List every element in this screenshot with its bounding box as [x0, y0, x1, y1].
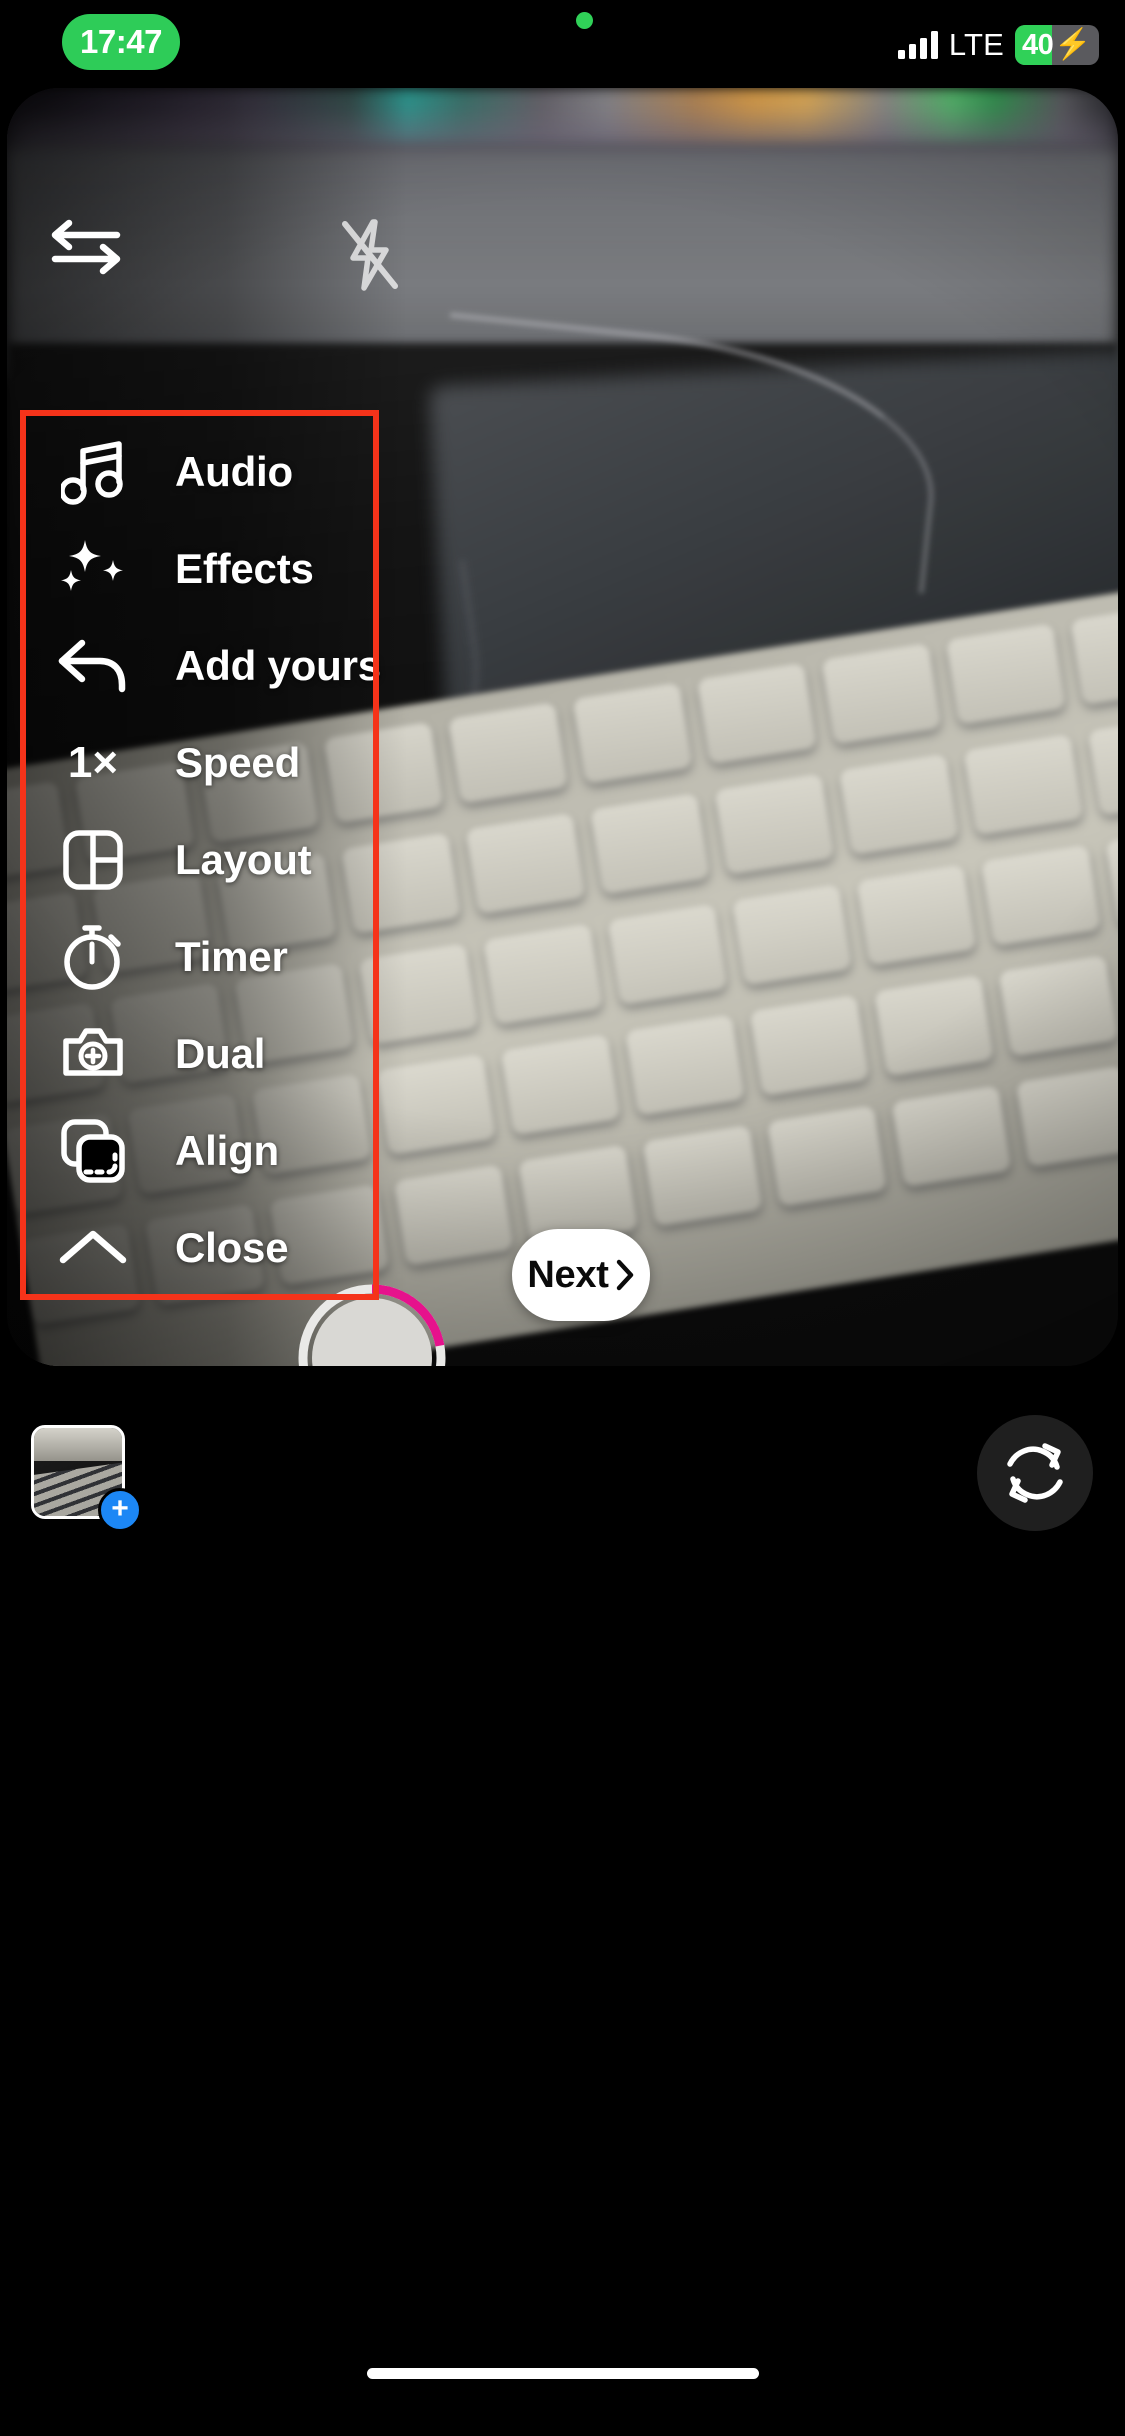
network-type-label: LTE — [948, 27, 1004, 62]
flip-camera-button[interactable] — [40, 210, 132, 282]
align-frames-icon — [47, 1105, 139, 1197]
menu-item-timer[interactable]: Timer — [37, 908, 377, 1005]
flash-toggle-button[interactable] — [325, 216, 415, 294]
menu-item-align[interactable]: Align — [37, 1102, 377, 1199]
camera-viewfinder[interactable]: Audio Effects Add yours 1× Speed Layout … — [7, 88, 1118, 1366]
status-bar: 17:47 LTE 40 ⚡ — [0, 0, 1125, 88]
battery-charging-bolt-icon: ⚡ — [1054, 28, 1092, 61]
menu-item-label: Dual — [175, 1029, 266, 1077]
chevron-up-icon — [47, 1202, 139, 1294]
gallery-add-badge[interactable]: + — [98, 1488, 142, 1532]
status-time-pill: 17:47 — [62, 14, 180, 70]
battery-percent-label: 40 — [1022, 28, 1054, 61]
menu-item-speed[interactable]: 1× Speed — [37, 714, 377, 811]
menu-item-label: Effects — [175, 544, 314, 592]
menu-item-label: Audio — [175, 447, 293, 495]
sparkles-icon — [47, 523, 139, 615]
chevron-right-icon — [615, 1258, 635, 1292]
dual-camera-icon — [47, 1008, 139, 1100]
screen: 17:47 LTE 40 ⚡ Audio Effects Add yours 1… — [0, 0, 1125, 2436]
shutter-ring-icon — [298, 1284, 446, 1366]
speed-value-label: 1× — [67, 737, 119, 787]
flip-camera-icon — [51, 219, 121, 275]
menu-item-label: Align — [175, 1126, 279, 1174]
reply-arrow-icon — [47, 620, 139, 712]
menu-item-layout[interactable]: Layout — [37, 811, 377, 908]
next-button-label: Next — [527, 1253, 609, 1296]
battery-icon: 40 ⚡ — [1015, 25, 1099, 65]
camera-top-controls — [7, 118, 1118, 291]
stopwatch-icon — [47, 911, 139, 1003]
shutter-button[interactable] — [297, 1283, 447, 1366]
recording-indicator-dot — [576, 12, 593, 29]
menu-item-audio[interactable]: Audio — [37, 423, 377, 520]
bottom-toolbar: + — [0, 1380, 1125, 2436]
menu-item-label: Timer — [175, 932, 288, 980]
flash-off-icon — [342, 219, 398, 291]
status-right-cluster: LTE 40 ⚡ — [897, 25, 1099, 65]
menu-item-add-yours[interactable]: Add yours — [37, 617, 381, 714]
menu-item-effects[interactable]: Effects — [37, 520, 377, 617]
status-time: 17:47 — [80, 23, 162, 60]
menu-item-label: Add yours — [175, 641, 381, 689]
camera-tools-menu: Audio Effects Add yours 1× Speed Layout … — [37, 423, 381, 1296]
layout-grid-icon — [47, 814, 139, 906]
menu-item-label: Close — [175, 1223, 289, 1271]
next-button[interactable]: Next — [512, 1229, 650, 1321]
speed-1x-icon: 1× — [47, 717, 139, 809]
menu-item-dual[interactable]: Dual — [37, 1005, 377, 1102]
home-indicator — [366, 2368, 759, 2379]
menu-item-label: Speed — [175, 738, 301, 786]
rotate-camera-button[interactable] — [977, 1415, 1093, 1531]
menu-item-label: Layout — [175, 835, 312, 883]
gallery-add-badge-label: + — [111, 1491, 129, 1525]
menu-item-close[interactable]: Close — [37, 1199, 377, 1296]
rotate-refresh-icon — [1007, 1443, 1063, 1503]
music-note-icon — [47, 426, 139, 518]
cellular-signal-icon — [897, 31, 938, 59]
